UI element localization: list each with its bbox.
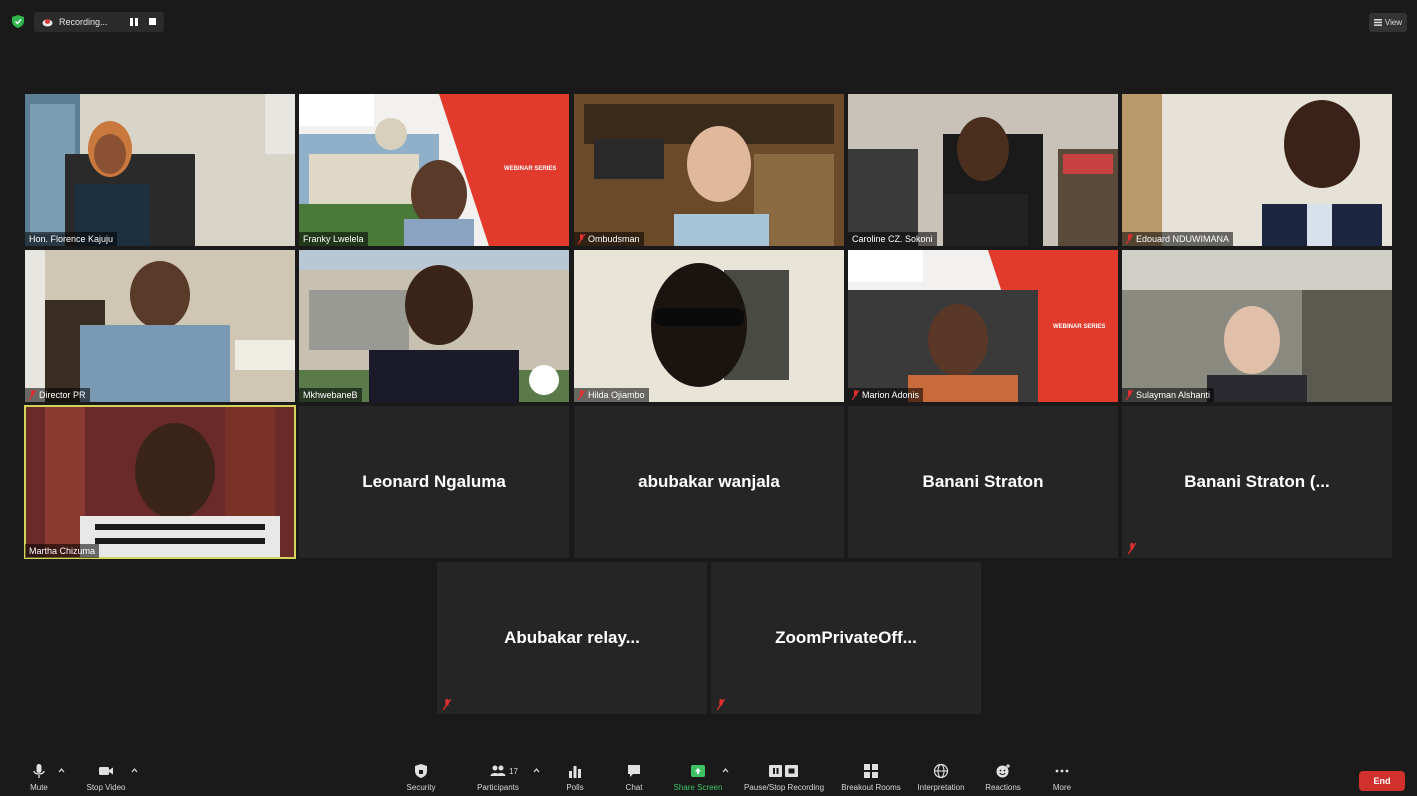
participant-tile-no-video[interactable]: ZoomPrivateOff... [711,562,981,714]
muted-mic-icon [443,699,451,710]
participant-name-tag: Hilda Ojiambo [574,388,649,402]
video-feed [574,94,844,246]
recording-icon [42,18,53,26]
muted-mic-icon [29,390,36,400]
chevron-up-icon[interactable] [131,767,138,773]
chevron-up-icon[interactable] [58,767,65,773]
breakout-rooms-icon [864,764,878,778]
participant-tile[interactable]: Director PR [25,250,295,402]
reactions-button[interactable]: Reactions [980,755,1026,796]
share-screen-icon [691,765,705,777]
muted-mic-icon [1128,543,1136,554]
meeting-controls-toolbar: Mute Stop Video Security Participants 17… [0,755,1417,796]
participant-name-tag: Marion Adonis [848,388,924,402]
participant-tile-no-video[interactable]: abubakar wanjala [574,406,844,558]
more-icon [1055,769,1069,773]
participant-tile[interactable]: WEBINAR SERIES Marion Adonis [848,250,1118,402]
participant-name-tag: Edouard NDUWIMANA [1122,232,1234,246]
muted-mic-icon [852,390,859,400]
mute-button[interactable]: Mute [24,755,54,796]
interpretation-button[interactable]: Interpretation [911,755,971,796]
participant-name-tag: Franky Lwelela [299,232,368,246]
view-button[interactable]: View [1369,13,1407,32]
chat-button[interactable]: Chat [619,755,649,796]
participant-tile[interactable]: Hilda Ojiambo [574,250,844,402]
svg-text:WEBINAR SERIES: WEBINAR SERIES [1053,324,1105,330]
participant-name-tag: Caroline CZ. Sokoni [848,232,937,246]
participant-name: abubakar wanjala [638,472,780,491]
participant-name-tag: Ombudsman [574,232,644,246]
video-feed: WEBINAR SERIES [848,250,1118,402]
video-feed: WEBINAR SERIES [299,94,569,246]
stop-icon[interactable] [149,18,156,25]
chevron-up-icon[interactable] [533,767,540,773]
participant-name-tag: Martha Chizuma [25,544,100,558]
reactions-icon [996,764,1010,778]
recording-label: Recording... [59,17,108,27]
participant-name-tag: Hon. Florence Kajuju [25,232,118,246]
video-feed [1122,250,1392,402]
meeting-top-bar: Recording... View [0,0,1417,40]
security-shield-icon [415,764,427,778]
participant-tile[interactable]: Hon. Florence Kajuju [25,94,295,246]
muted-mic-icon [578,234,585,244]
video-feed [574,250,844,402]
participant-tile-no-video[interactable]: Abubakar relay... [437,562,707,714]
participant-tile[interactable]: WEBINAR SERIES Franky Lwelela [299,94,569,246]
security-button[interactable]: Security [401,755,441,796]
globe-icon [933,763,949,779]
pause-stop-recording-button[interactable]: Pause/Stop Recording [738,755,830,796]
participant-name: Leonard Ngaluma [362,472,506,491]
muted-mic-icon [578,390,585,400]
participant-tile[interactable]: Edouard NDUWIMANA [1122,94,1392,246]
participant-name-tag: Director PR [25,388,90,402]
view-label: View [1384,18,1403,27]
muted-mic-icon [1126,234,1133,244]
recording-indicator: Recording... [34,12,164,32]
pause-icon[interactable] [130,18,139,26]
video-feed [1122,94,1392,246]
video-feed [25,250,295,402]
polls-button[interactable]: Polls [560,755,590,796]
stop-video-button[interactable]: Stop Video [82,755,130,796]
video-feed [25,406,295,558]
participant-tile-no-video[interactable]: Banani Straton [848,406,1118,558]
participant-name: Banani Straton (... [1184,472,1330,491]
more-button[interactable]: More [1045,755,1079,796]
end-meeting-button[interactable]: End [1359,771,1405,791]
video-feed [25,94,295,246]
polls-icon [569,766,581,778]
shield-icon[interactable] [12,15,24,28]
microphone-icon [33,764,45,778]
participant-tile-no-video[interactable]: Banani Straton (... [1122,406,1392,558]
muted-mic-icon [717,699,725,710]
participant-name: Abubakar relay... [504,628,640,647]
participant-tile[interactable]: MkhwebaneB [299,250,569,402]
active-speaker-tile[interactable]: Martha Chizuma [24,405,296,559]
chevron-up-icon[interactable] [722,767,729,773]
participants-icon [490,765,506,776]
participant-name: Banani Straton [922,472,1044,491]
share-screen-button[interactable]: Share Screen [670,755,726,796]
breakout-rooms-button[interactable]: Breakout Rooms [836,755,906,796]
video-feed [299,250,569,402]
participant-name-tag: MkhwebaneB [299,388,362,402]
svg-text:WEBINAR SERIES: WEBINAR SERIES [504,166,556,172]
recording-controls-icon [769,765,798,777]
participants-count: 17 [509,767,518,776]
participant-name-tag: Sulayman Alshanti [1122,388,1215,402]
chat-icon [628,765,640,777]
participant-tile[interactable]: Ombudsman [574,94,844,246]
participant-name: ZoomPrivateOff... [775,628,917,647]
participant-tile[interactable]: Sulayman Alshanti [1122,250,1392,402]
video-camera-icon [99,767,113,775]
video-feed [848,94,1118,246]
grid-view-icon [1373,19,1382,26]
participant-tile[interactable]: Caroline CZ. Sokoni [848,94,1118,246]
participant-tile-no-video[interactable]: Leonard Ngaluma [299,406,569,558]
muted-mic-icon [1126,390,1133,400]
